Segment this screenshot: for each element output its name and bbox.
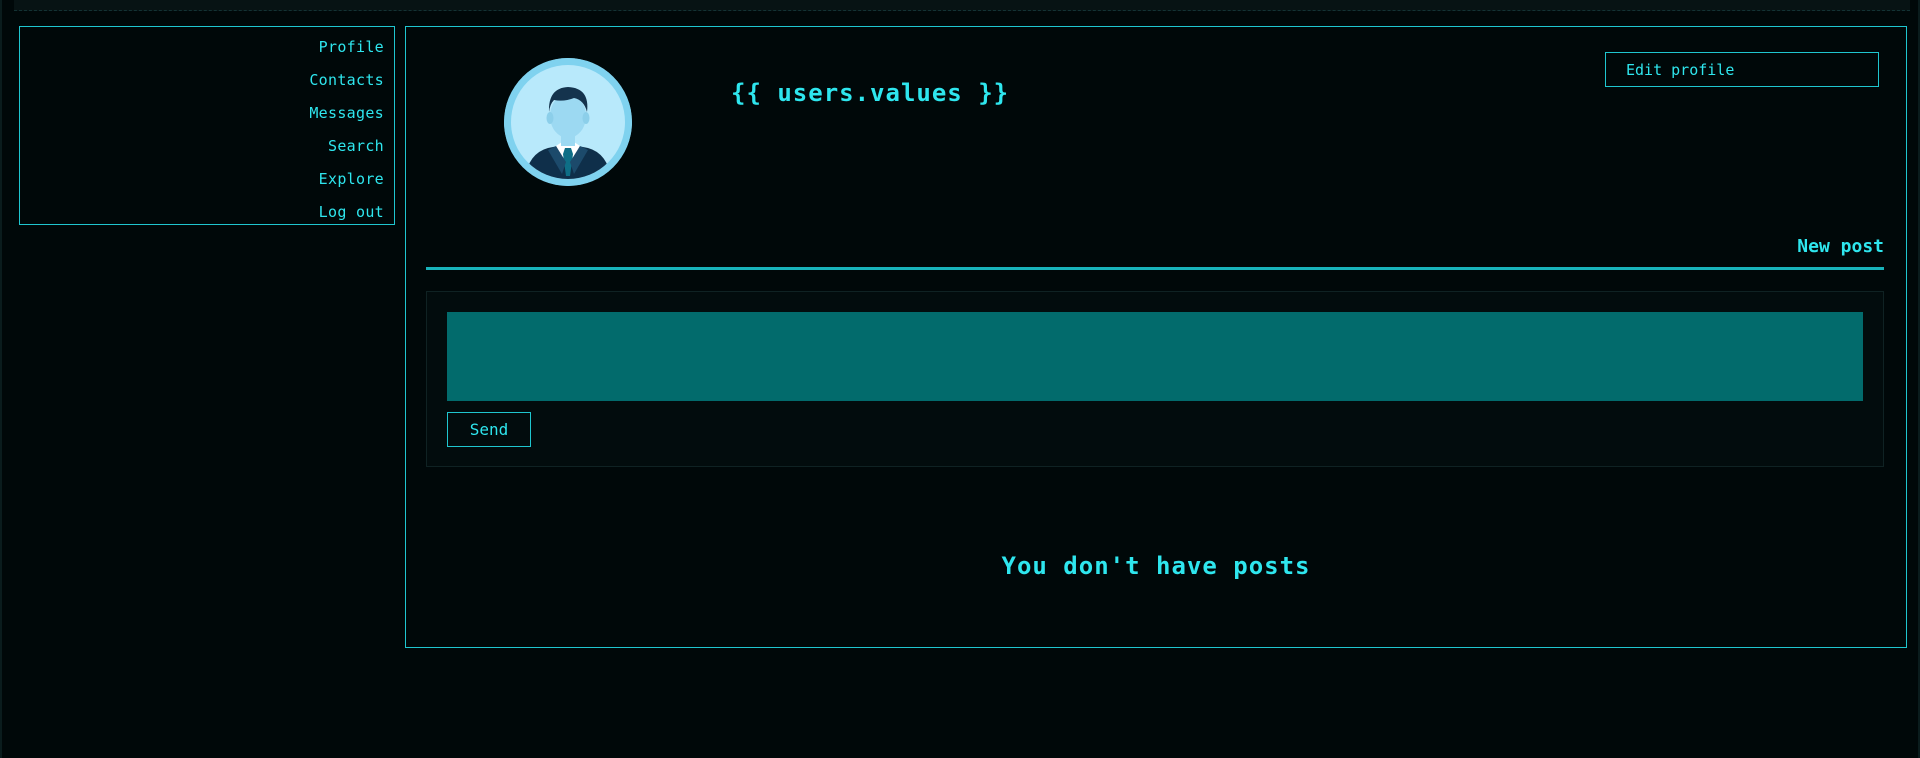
sidebar-item-contacts[interactable]: Contacts	[20, 64, 384, 97]
top-bar	[14, 0, 1910, 11]
profile-tabs: New post	[426, 232, 1884, 270]
sidebar-item-logout[interactable]: Log out	[20, 196, 384, 229]
new-post-composer: Send	[426, 291, 1884, 467]
sidebar-item-messages[interactable]: Messages	[20, 97, 384, 130]
user-avatar-icon	[504, 58, 632, 186]
empty-posts-message: You don't have posts	[1001, 552, 1311, 580]
sidebar-nav: Profile Contacts Messages Search Explore…	[19, 26, 395, 225]
profile-main-panel: {{ users.values }} Edit profile New post…	[405, 26, 1907, 648]
sidebar-item-explore[interactable]: Explore	[20, 163, 384, 196]
sidebar-item-profile[interactable]: Profile	[20, 31, 384, 64]
sidebar-item-search[interactable]: Search	[20, 130, 384, 163]
send-button[interactable]: Send	[447, 412, 531, 447]
post-text-input[interactable]	[447, 312, 1863, 401]
sidebar-menu: Profile Contacts Messages Search Explore…	[20, 27, 394, 229]
edit-profile-button[interactable]: Edit profile	[1605, 52, 1879, 87]
app-frame: Profile Contacts Messages Search Explore…	[0, 0, 1920, 758]
profile-username: {{ users.values }}	[731, 79, 1010, 107]
tab-new-post[interactable]: New post	[1797, 236, 1884, 257]
